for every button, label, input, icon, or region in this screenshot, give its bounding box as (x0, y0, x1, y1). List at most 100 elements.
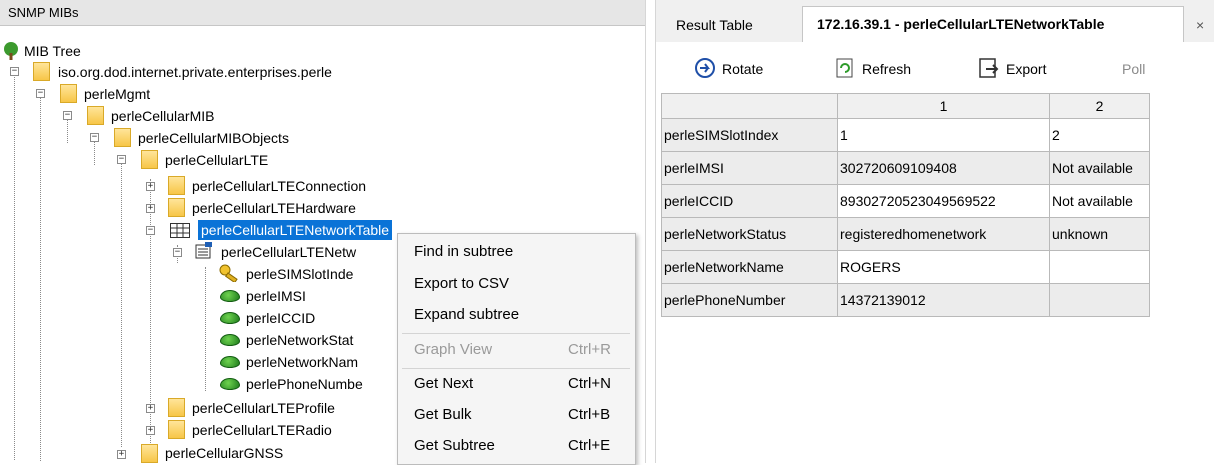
tree-node-gnss[interactable]: perleCellularGNSS (165, 442, 283, 464)
row-header[interactable]: perleSIMSlotIndex (661, 118, 838, 152)
folder-icon (141, 150, 158, 169)
collapse-toggle[interactable]: − (63, 111, 72, 120)
row-header[interactable]: perleNetworkName (661, 250, 838, 284)
table-cell[interactable]: 89302720523049569522 (837, 184, 1050, 218)
tree-node-lteradio[interactable]: perleCellularLTERadio (192, 419, 332, 441)
result-table: 1 2 perleSIMSlotIndex 1 2 perleIMSI 3027… (661, 93, 1150, 317)
snmp-mibs-pane: SNMP MIBs MIB Tree − iso.org.dod.interne… (0, 0, 646, 465)
column-header-1[interactable]: 1 (837, 93, 1050, 119)
column-header-2[interactable]: 2 (1049, 93, 1150, 119)
table-row: perleNetworkName ROGERS (661, 250, 1150, 284)
row-header[interactable]: perleICCID (661, 184, 838, 218)
folder-icon (33, 62, 50, 81)
expand-toggle[interactable]: + (146, 204, 155, 213)
folder-icon (141, 444, 158, 463)
table-row: perleIMSI 302720609109408 Not available (661, 151, 1150, 185)
tree-node-perlecellularlte[interactable]: perleCellularLTE (165, 149, 268, 171)
tree-node-perle[interactable]: iso.org.dod.internet.private.enterprises… (58, 61, 332, 83)
collapse-toggle[interactable]: − (36, 89, 45, 98)
tree-leaf-networkstatus[interactable]: perleNetworkStat (246, 329, 353, 351)
tab-network-table[interactable]: 172.16.39.1 - perleCellularLTENetworkTab… (802, 6, 1184, 43)
toolbar: Rotate Refresh Export Poll (656, 42, 1214, 92)
collapse-toggle[interactable]: − (117, 155, 126, 164)
tree-guide (14, 70, 15, 460)
rotate-icon (695, 58, 715, 78)
folder-icon (168, 198, 185, 217)
expand-toggle[interactable]: + (146, 426, 155, 435)
folder-icon (168, 176, 185, 195)
tab-bar: Result Table 172.16.39.1 - perleCellular… (656, 0, 1214, 43)
table-cell[interactable] (1049, 283, 1150, 317)
leaf-icon (220, 312, 240, 324)
close-tab-icon[interactable]: × (1196, 8, 1204, 42)
tree-node-ltehardware[interactable]: perleCellularLTEHardware (192, 197, 356, 219)
row-header[interactable]: perlePhoneNumber (661, 283, 838, 317)
table-cell[interactable] (1049, 250, 1150, 284)
table-cell[interactable]: Not available (1049, 184, 1150, 218)
table-cell[interactable]: 14372139012 (837, 283, 1050, 317)
leaf-icon (220, 378, 240, 390)
tree-node-ltenetworkentry[interactable]: perleCellularLTENetw (221, 241, 356, 263)
leaf-icon (220, 290, 240, 302)
menu-expand-subtree[interactable]: Expand subtree (414, 303, 519, 327)
menu-get-subtree[interactable]: Get Subtree Ctrl+E (414, 434, 610, 458)
folder-icon (60, 84, 77, 103)
tree-node-lteprofile[interactable]: perleCellularLTEProfile (192, 397, 335, 419)
table-cell[interactable]: 2 (1049, 118, 1150, 152)
menu-get-bulk[interactable]: Get Bulk Ctrl+B (414, 403, 610, 427)
table-cell[interactable]: 302720609109408 (837, 151, 1050, 185)
table-icon (170, 223, 190, 238)
folder-icon (168, 398, 185, 417)
collapse-toggle[interactable]: − (90, 133, 99, 142)
export-icon (979, 58, 999, 78)
tree-root-label: MIB Tree (24, 43, 81, 59)
tree-node-ltenetworktable[interactable]: perleCellularLTENetworkTable (198, 220, 393, 240)
collapse-toggle[interactable]: − (173, 248, 182, 257)
table-cell[interactable]: registeredhomenetwork (837, 217, 1050, 251)
leaf-icon (220, 356, 240, 368)
tree-node-perlecellularmibobjects[interactable]: perleCellularMIBObjects (138, 127, 289, 149)
collapse-toggle[interactable]: − (146, 226, 155, 235)
collapse-toggle[interactable]: − (10, 67, 19, 76)
poll-button[interactable]: Poll (1122, 56, 1145, 82)
entry-icon (195, 242, 212, 259)
pane-title: SNMP MIBs (0, 0, 645, 26)
menu-separator (402, 333, 630, 334)
table-header-row: 1 2 (661, 93, 1150, 119)
folder-icon (87, 106, 104, 125)
table-cell[interactable]: Not available (1049, 151, 1150, 185)
folder-icon (114, 128, 131, 147)
table-cell[interactable]: unknown (1049, 217, 1150, 251)
tree-guide (121, 157, 122, 447)
tree-node-perlecellularmib[interactable]: perleCellularMIB (111, 105, 214, 127)
expand-toggle[interactable]: + (146, 182, 155, 191)
row-header[interactable]: perleIMSI (661, 151, 838, 185)
menu-get-next[interactable]: Get Next Ctrl+N (414, 372, 611, 396)
tree-node-perlemgmt[interactable]: perleMgmt (84, 83, 150, 105)
tree-guide (40, 91, 41, 461)
tree-guide (205, 267, 206, 391)
tree-leaf-iccid[interactable]: perleICCID (246, 307, 315, 329)
tree-node-ltesconnection[interactable]: perleCellularLTEConnection (192, 175, 366, 197)
table-row: perleNetworkStatus registeredhomenetwork… (661, 217, 1150, 251)
table-cell[interactable]: ROGERS (837, 250, 1050, 284)
key-icon (219, 264, 238, 282)
menu-separator (402, 368, 630, 369)
tree-leaf-phonenumber[interactable]: perlePhoneNumbe (246, 373, 363, 395)
table-cell[interactable]: 1 (837, 118, 1050, 152)
menu-find-in-subtree[interactable]: Find in subtree (414, 240, 513, 264)
tree-leaf-simslotindex[interactable]: perleSIMSlotInde (246, 263, 353, 285)
tree-icon (4, 42, 18, 60)
expand-toggle[interactable]: + (146, 404, 155, 413)
tree-leaf-imsi[interactable]: perleIMSI (246, 285, 306, 307)
menu-export-csv[interactable]: Export to CSV (414, 272, 509, 296)
tab-result-table[interactable]: Result Table (676, 8, 753, 42)
result-pane: Result Table 172.16.39.1 - perleCellular… (655, 0, 1214, 463)
folder-icon (168, 420, 185, 439)
corner-header (661, 93, 838, 119)
expand-toggle[interactable]: + (117, 450, 126, 459)
tree-leaf-networkname[interactable]: perleNetworkNam (246, 351, 358, 373)
refresh-icon (836, 58, 853, 78)
row-header[interactable]: perleNetworkStatus (661, 217, 838, 251)
menu-graph-view[interactable]: Graph View Ctrl+R (414, 338, 611, 362)
